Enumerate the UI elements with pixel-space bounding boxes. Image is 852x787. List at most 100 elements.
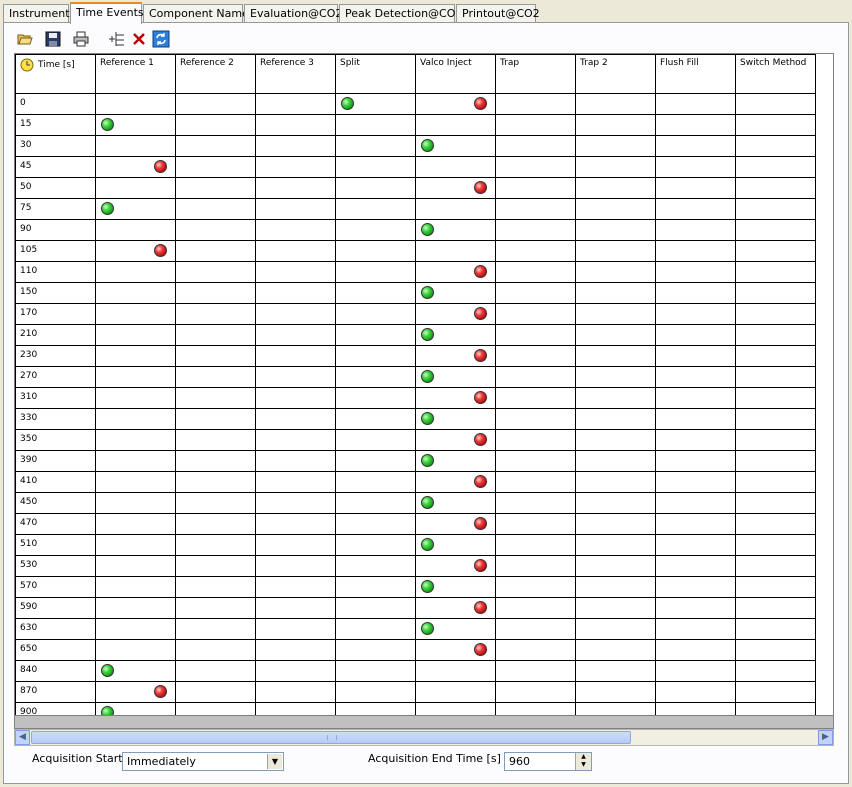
column-header-switch-method[interactable]: Switch Method <box>735 54 816 94</box>
table-row[interactable]: 50 <box>15 177 816 199</box>
event-cell[interactable] <box>175 660 256 682</box>
event-cell[interactable] <box>95 114 176 136</box>
scrollbar-thumb[interactable] <box>31 731 631 744</box>
event-cell[interactable] <box>255 513 336 535</box>
event-cell[interactable] <box>175 261 256 283</box>
event-cell[interactable] <box>575 324 656 346</box>
refresh-icon[interactable] <box>152 30 170 48</box>
table-row[interactable]: 470 <box>15 513 816 535</box>
event-cell[interactable] <box>255 387 336 409</box>
open-folder-icon[interactable] <box>16 30 34 48</box>
time-cell[interactable]: 105 <box>15 240 96 262</box>
time-cell[interactable]: 510 <box>15 534 96 556</box>
event-cell[interactable] <box>495 345 576 367</box>
green-led-icon[interactable] <box>421 412 434 425</box>
event-cell[interactable] <box>495 681 576 703</box>
event-cell[interactable] <box>655 408 736 430</box>
event-cell[interactable] <box>95 429 176 451</box>
event-cell[interactable] <box>95 135 176 157</box>
event-cell[interactable] <box>655 219 736 241</box>
time-cell[interactable]: 0 <box>15 93 96 115</box>
event-cell[interactable] <box>335 177 416 199</box>
event-cell[interactable] <box>335 135 416 157</box>
event-cell[interactable] <box>495 408 576 430</box>
table-row[interactable]: 105 <box>15 240 816 262</box>
event-cell[interactable] <box>255 618 336 640</box>
event-cell[interactable] <box>655 135 736 157</box>
event-cell[interactable] <box>735 219 816 241</box>
table-row[interactable]: 45 <box>15 156 816 178</box>
table-row[interactable]: 570 <box>15 576 816 598</box>
event-cell[interactable] <box>95 198 176 220</box>
event-cell[interactable] <box>335 303 416 325</box>
event-cell[interactable] <box>575 198 656 220</box>
event-cell[interactable] <box>175 408 256 430</box>
event-cell[interactable] <box>255 366 336 388</box>
event-cell[interactable] <box>415 387 496 409</box>
print-icon[interactable] <box>72 30 90 48</box>
tab-time-events[interactable]: Time Events <box>70 2 144 24</box>
event-cell[interactable] <box>175 471 256 493</box>
event-cell[interactable] <box>175 177 256 199</box>
event-cell[interactable] <box>95 240 176 262</box>
event-cell[interactable] <box>575 513 656 535</box>
event-cell[interactable] <box>255 597 336 619</box>
event-cell[interactable] <box>255 219 336 241</box>
event-cell[interactable] <box>735 282 816 304</box>
event-cell[interactable] <box>415 240 496 262</box>
event-cell[interactable] <box>335 114 416 136</box>
event-cell[interactable] <box>255 534 336 556</box>
event-cell[interactable] <box>255 282 336 304</box>
event-cell[interactable] <box>415 156 496 178</box>
event-cell[interactable] <box>175 597 256 619</box>
time-cell[interactable]: 90 <box>15 219 96 241</box>
table-row[interactable]: 630 <box>15 618 816 640</box>
acquisition-end-stepper[interactable]: 960 ▲ ▼ <box>504 752 592 771</box>
event-cell[interactable] <box>415 303 496 325</box>
event-cell[interactable] <box>655 114 736 136</box>
event-cell[interactable] <box>655 324 736 346</box>
event-cell[interactable] <box>175 681 256 703</box>
event-cell[interactable] <box>175 240 256 262</box>
table-row[interactable]: 90 <box>15 219 816 241</box>
event-cell[interactable] <box>175 450 256 472</box>
event-cell[interactable] <box>655 534 736 556</box>
tab-peak-detection-co2[interactable]: Peak Detection@CO2 <box>339 4 462 22</box>
event-cell[interactable] <box>735 681 816 703</box>
event-cell[interactable] <box>495 450 576 472</box>
event-cell[interactable] <box>415 639 496 661</box>
event-cell[interactable] <box>255 198 336 220</box>
green-led-icon[interactable] <box>421 496 434 509</box>
event-cell[interactable] <box>495 429 576 451</box>
event-cell[interactable] <box>575 219 656 241</box>
event-cell[interactable] <box>335 513 416 535</box>
event-cell[interactable] <box>655 471 736 493</box>
event-cell[interactable] <box>735 261 816 283</box>
event-cell[interactable] <box>255 639 336 661</box>
event-cell[interactable] <box>335 576 416 598</box>
table-row[interactable]: 150 <box>15 282 816 304</box>
event-cell[interactable] <box>175 198 256 220</box>
time-cell[interactable]: 270 <box>15 366 96 388</box>
event-cell[interactable] <box>175 219 256 241</box>
event-cell[interactable] <box>415 429 496 451</box>
event-cell[interactable] <box>495 177 576 199</box>
event-cell[interactable] <box>575 492 656 514</box>
table-row[interactable]: 330 <box>15 408 816 430</box>
event-cell[interactable] <box>655 198 736 220</box>
time-cell[interactable]: 75 <box>15 198 96 220</box>
event-cell[interactable] <box>255 261 336 283</box>
event-cell[interactable] <box>655 261 736 283</box>
event-cell[interactable] <box>95 177 176 199</box>
time-cell[interactable]: 50 <box>15 177 96 199</box>
time-cell[interactable]: 410 <box>15 471 96 493</box>
time-cell[interactable]: 150 <box>15 282 96 304</box>
event-cell[interactable] <box>575 618 656 640</box>
event-cell[interactable] <box>495 555 576 577</box>
event-cell[interactable] <box>655 681 736 703</box>
time-cell[interactable]: 570 <box>15 576 96 598</box>
save-icon[interactable] <box>44 30 62 48</box>
event-cell[interactable] <box>415 261 496 283</box>
event-cell[interactable] <box>335 156 416 178</box>
green-led-icon[interactable] <box>421 223 434 236</box>
